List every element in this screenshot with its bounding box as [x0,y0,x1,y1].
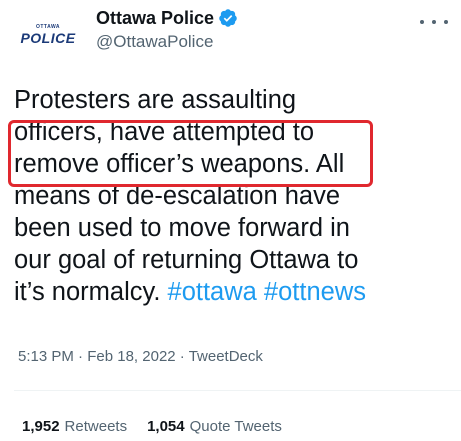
tweet-source[interactable]: TweetDeck [189,348,263,365]
verified-badge-icon [219,9,237,27]
tweet-last-line: it’s normalcy. #ottawa #ottnews [14,276,454,308]
retweets-count[interactable]: 1,952 [22,418,60,435]
tweet-time[interactable]: 5:13 PM [18,348,74,365]
divider [14,390,461,391]
quote-tweets-count[interactable]: 1,054 [147,418,185,435]
tweet-date[interactable]: Feb 18, 2022 [87,348,175,365]
tweet-line-text: it’s normalcy. [14,278,168,306]
quote-tweets-label[interactable]: Quote Tweets [190,418,282,435]
user-handle[interactable]: @OttawaPolice [96,32,238,52]
hashtag-ottnews[interactable]: #ottnews [264,278,366,306]
tweet-line: Protesters are assaulting [14,86,297,114]
more-options-icon[interactable] [420,12,448,32]
display-name-row: Ottawa Police [96,6,238,30]
tweet-stats: 1,952 Retweets 1,054 Quote Tweets [22,418,302,435]
display-name[interactable]: Ottawa Police [96,8,214,29]
tweet-meta: 5:13 PM · Feb 18, 2022 · TweetDeck [18,348,263,365]
avatar-logo-text: POLICE [20,29,76,46]
tweet-text: Protesters are assaulting officers, have… [14,84,454,308]
meta-separator: · [73,348,88,365]
tweet-line: been used to move forward in [14,214,350,242]
avatar-small-text: OTTAWA [35,23,60,30]
avatar[interactable]: OTTAWA POLICE [18,14,78,54]
user-info: Ottawa Police @OttawaPolice [96,6,238,52]
tweet-line: our goal of returning Ottawa to [14,246,359,274]
retweets-label[interactable]: Retweets [65,418,128,435]
tweet-header: OTTAWA POLICE Ottawa Police @OttawaPolic… [0,0,461,70]
meta-separator: · [175,348,189,365]
highlight-annotation-box [8,120,373,187]
hashtag-ottawa[interactable]: #ottawa [168,278,257,306]
